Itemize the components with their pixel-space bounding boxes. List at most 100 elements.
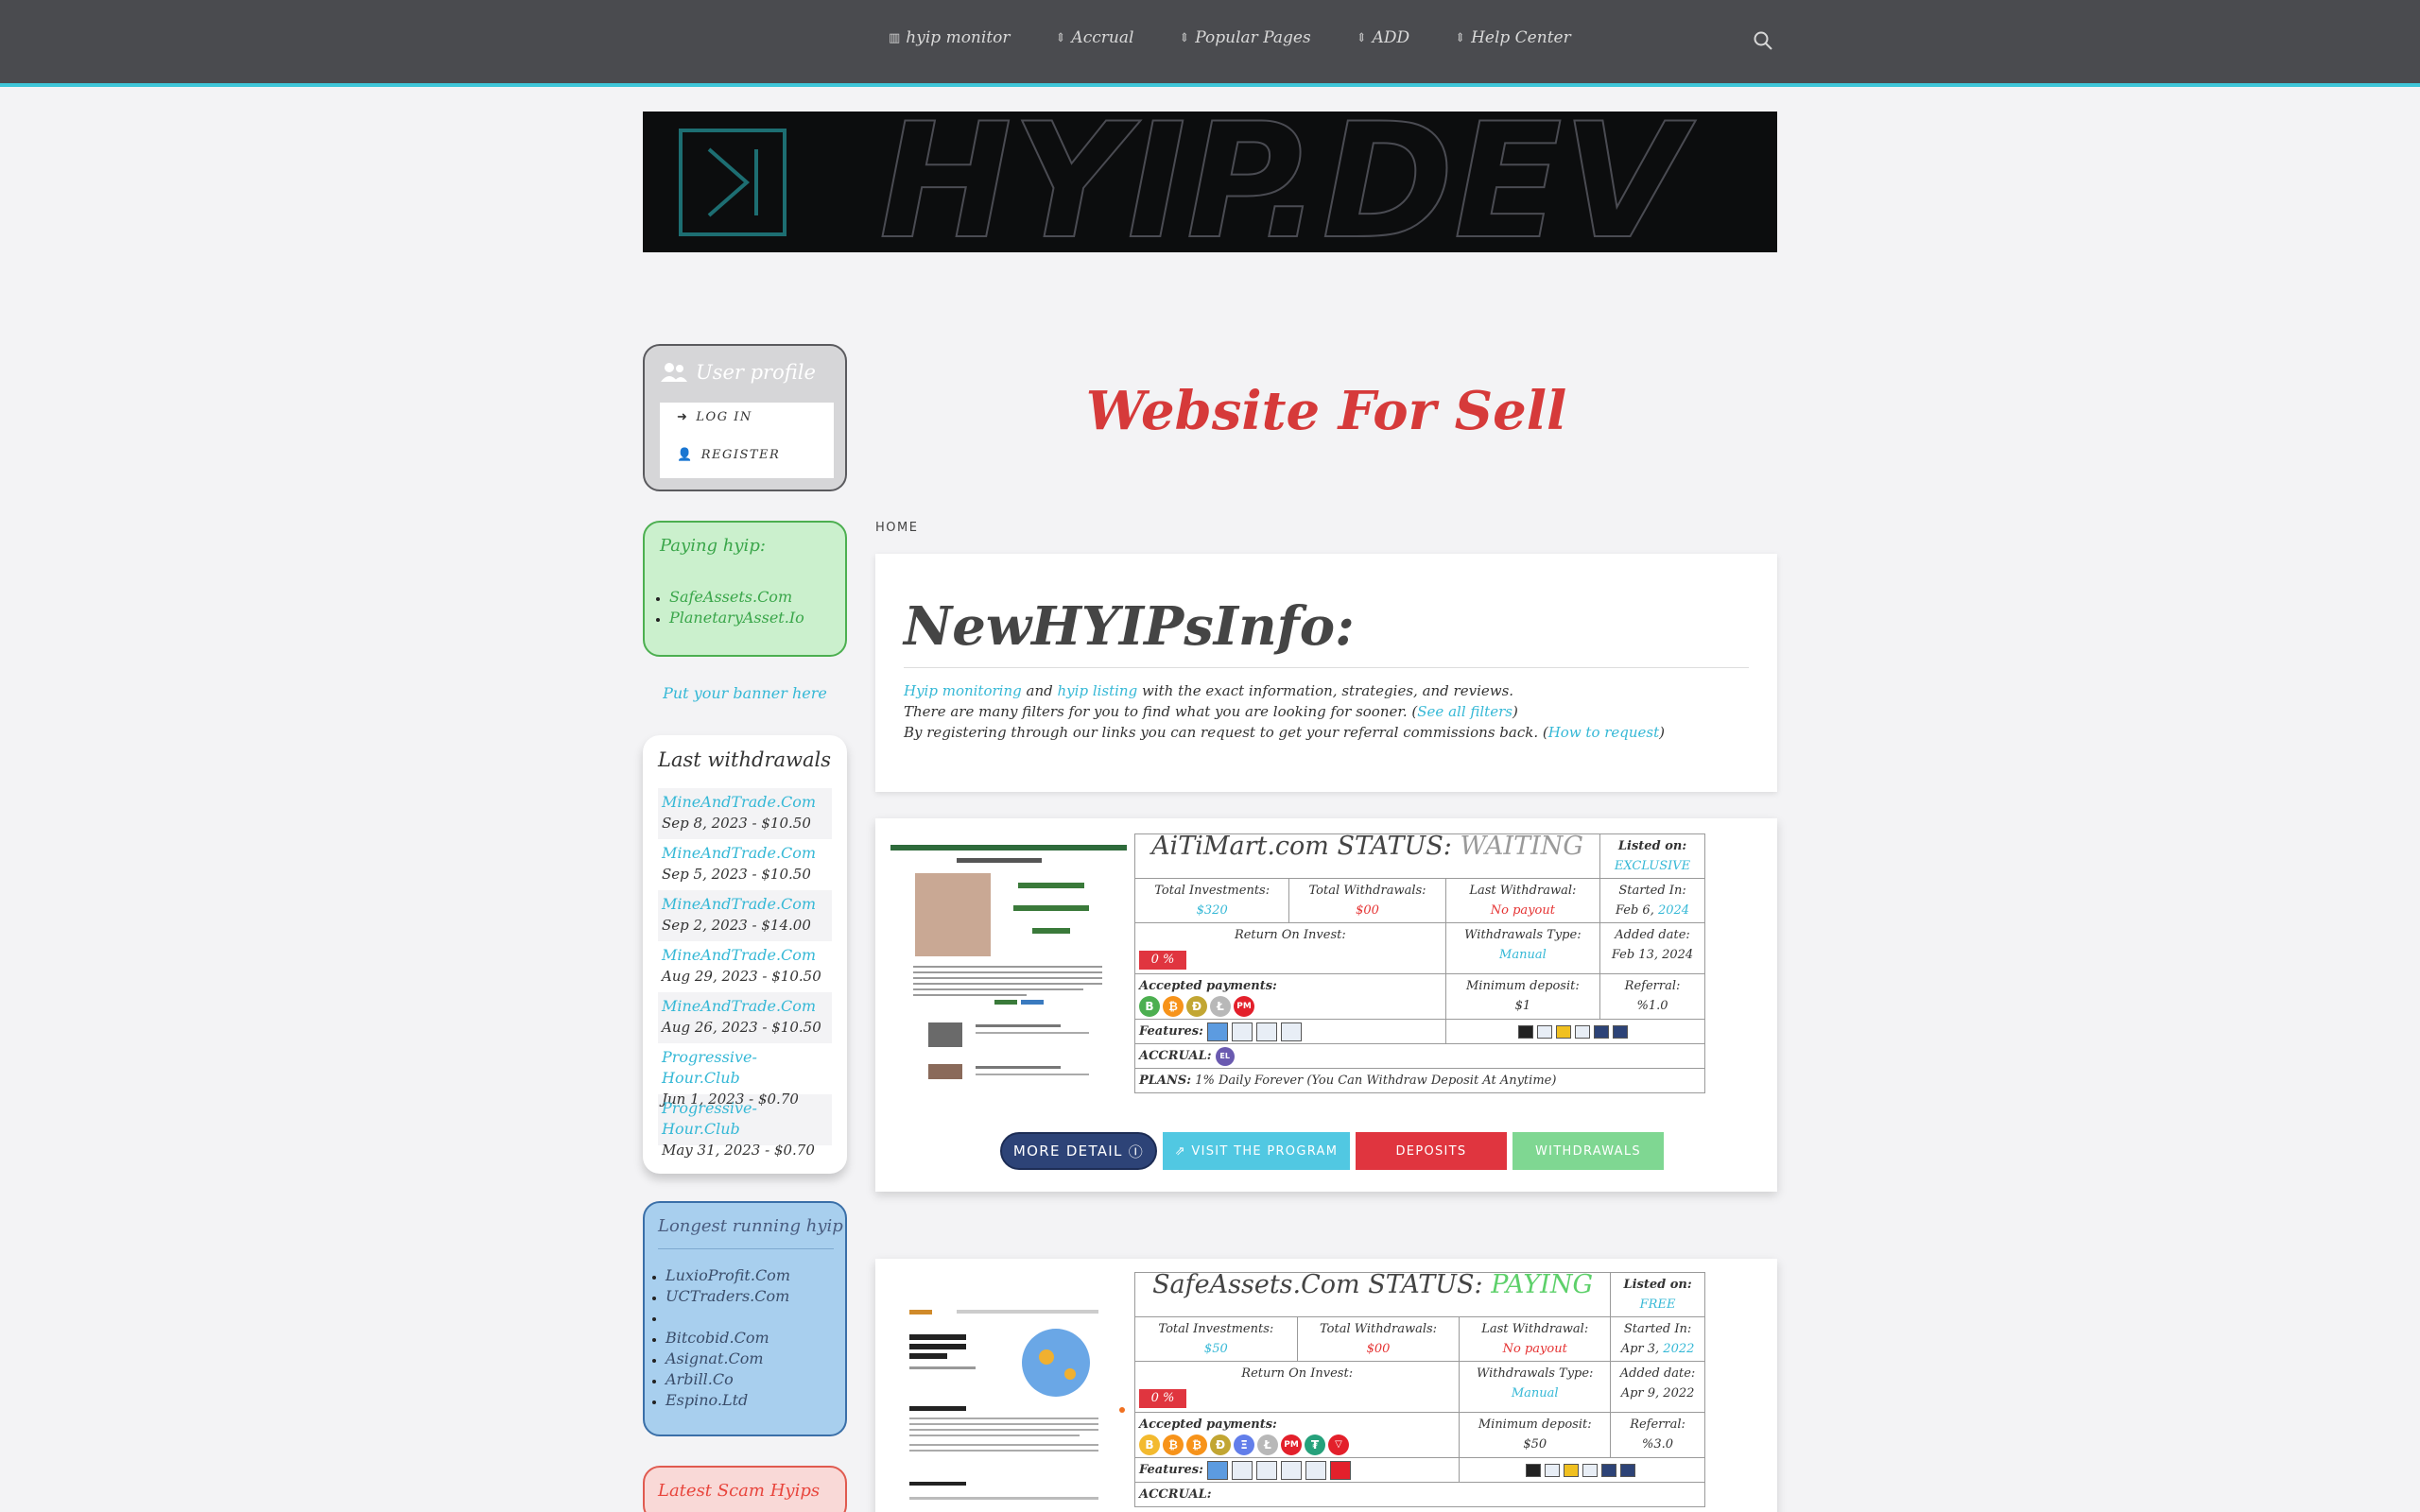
list-item[interactable]: PlanetaryAsset.Io	[669, 608, 804, 628]
ssl-shield-icon	[1207, 1460, 1229, 1480]
external-link-icon: ⇗	[1174, 1143, 1186, 1159]
nav-help-center[interactable]: ⇕ Help Center	[1455, 28, 1571, 47]
nav-menu: ▥ hyip monitor ⇕ Accrual ⇕ Popular Pages…	[889, 28, 1571, 47]
bnb-icon: B	[1139, 996, 1160, 1017]
divider	[658, 1248, 834, 1249]
list-item[interactable]: Espino.Ltd	[666, 1390, 790, 1411]
latest-scam-card: Latest Scam Hyips	[643, 1466, 847, 1512]
more-detail-button[interactable]: MORE DETAIL ⓘ	[1000, 1132, 1157, 1170]
nav-accrual[interactable]: ⇕ Accrual	[1056, 28, 1134, 47]
list-item[interactable]: Bitcobid.Com	[666, 1328, 790, 1349]
top-navbar: ▥ hyip monitor ⇕ Accrual ⇕ Popular Pages…	[0, 0, 2420, 87]
bee-icon	[1556, 1024, 1572, 1039]
how-to-request-link[interactable]: How to request	[1548, 724, 1659, 741]
site-screenshot[interactable]	[890, 845, 1127, 1091]
paying-hyip-title: Paying hyip:	[660, 536, 766, 556]
user-profile-card: User profile ➜ LOG IN 👤 REGISTER	[643, 344, 847, 491]
status-badge: WAITING	[1460, 832, 1583, 861]
screenshot-image	[890, 845, 1127, 1079]
roi-progress-bar: 0 %	[1139, 1389, 1186, 1408]
list-item[interactable]	[666, 1307, 790, 1328]
a-icon	[1600, 1463, 1616, 1477]
users-icon	[661, 363, 687, 382]
longest-running-list: LuxioProfit.Com UCTraders.Com Bitcobid.C…	[662, 1265, 790, 1411]
visit-program-button[interactable]: ⇗ VISIT THE PROGRAM	[1163, 1132, 1350, 1170]
list-item[interactable]: SafeAssets.Com	[669, 587, 804, 608]
user-plus-icon: 👤	[677, 448, 694, 462]
hyip-dev-logo: HYIP.DEV	[679, 112, 1698, 252]
banner-ad-link[interactable]: Put your banner here	[643, 684, 847, 702]
plans-text: 1% Daily Forever (You Can Withdraw Depos…	[1195, 1074, 1557, 1088]
list-item[interactable]: UCTraders.Com	[666, 1286, 790, 1307]
dogecoin-icon: Ð	[1210, 1435, 1231, 1455]
register-link[interactable]: 👤 REGISTER	[677, 448, 780, 462]
tether-icon: ₮	[1305, 1435, 1325, 1455]
hyip-info-table: SafeAssets.Com STATUS: PAYING Listed on:…	[1133, 1270, 1705, 1507]
server-icon	[1256, 1022, 1278, 1041]
login-link[interactable]: ➜ LOG IN	[677, 410, 752, 424]
bnb-icon: B	[1139, 1435, 1160, 1455]
hyip-name[interactable]: AiTiMart.com	[1151, 832, 1329, 861]
hyip-listing-card: SafeAssets.Com STATUS: PAYING Listed on:…	[875, 1259, 1777, 1512]
intro-panel: NewHYIPsInfo: Hyip monitoring and hyip l…	[875, 554, 1777, 792]
bitcoin-icon: ₿	[1163, 1435, 1184, 1455]
longest-running-title: Longest running hyip	[658, 1216, 843, 1236]
bar-chart-icon: ▥	[889, 30, 901, 45]
perfect-money-feature-icon	[1330, 1460, 1352, 1480]
bitcoin-icon: ₿	[1163, 996, 1184, 1017]
hyip-monitoring-link[interactable]: Hyip monitoring	[904, 682, 1022, 699]
info-circle-icon: ⓘ	[1128, 1143, 1145, 1160]
ssl-shield-icon	[1207, 1022, 1229, 1041]
ddos-icon	[1232, 1460, 1253, 1480]
perfect-money-icon: PM	[1234, 996, 1254, 1017]
website-for-sell-heading[interactable]: Website For Sell	[875, 380, 1777, 442]
search-icon[interactable]	[1753, 30, 1773, 51]
accrual-icon: EL	[1215, 1046, 1235, 1066]
server-small-icon	[1575, 1024, 1591, 1039]
nav-hyip-monitor[interactable]: ▥ hyip monitor	[889, 28, 1011, 47]
longest-running-card: Longest running hyip LuxioProfit.Com UCT…	[643, 1201, 847, 1436]
page-title: NewHYIPsInfo:	[904, 595, 1355, 658]
nav-popular-pages[interactable]: ⇕ Popular Pages	[1179, 28, 1310, 47]
bitcoin-cash-icon: ₿	[1186, 1435, 1207, 1455]
list-item[interactable]: Arbill.Co	[666, 1369, 790, 1390]
a-icon	[1594, 1024, 1610, 1039]
screenshot-image	[909, 1310, 1125, 1500]
script-icon	[1305, 1460, 1327, 1480]
deposits-button[interactable]: DEPOSITS	[1356, 1132, 1507, 1170]
h-icon	[1619, 1463, 1635, 1477]
listing-actions: MORE DETAIL ⓘ ⇗ VISIT THE PROGRAM DEPOSI…	[1000, 1132, 1664, 1170]
ddos-icon	[1232, 1022, 1253, 1041]
list-item[interactable]: LuxioProfit.Com	[666, 1265, 790, 1286]
dogecoin-icon: Ð	[1186, 996, 1207, 1017]
listed-on-value: FREE	[1639, 1297, 1676, 1312]
last-withdrawals-title: Last withdrawals	[658, 748, 832, 771]
list-item: MineAndTrade.Com Sep 8, 2023 - $10.50	[658, 788, 832, 839]
nav-add[interactable]: ⇕ ADD	[1357, 28, 1409, 47]
last-withdrawals-card: Last withdrawals MineAndTrade.Com Sep 8, …	[643, 735, 847, 1174]
perfect-money-icon: PM	[1281, 1435, 1302, 1455]
sort-icon: ⇕	[1179, 30, 1190, 45]
list-item[interactable]: Asignat.Com	[666, 1349, 790, 1369]
h-icon	[1613, 1024, 1629, 1039]
roi-progress-bar: 0 %	[1139, 951, 1186, 970]
breadcrumb[interactable]: HOME	[875, 521, 918, 535]
status-badge: PAYING	[1491, 1270, 1594, 1299]
litecoin-icon: Ł	[1210, 996, 1231, 1017]
hyip-name[interactable]: SafeAssets.Com	[1152, 1270, 1360, 1299]
litecoin-icon: Ł	[1257, 1435, 1278, 1455]
moon-icon	[1518, 1024, 1534, 1039]
svg-text:HYIP.DEV: HYIP.DEV	[879, 112, 1697, 252]
tron-icon: ▽	[1328, 1435, 1349, 1455]
ethereum-icon: Ξ	[1234, 1435, 1254, 1455]
hyip-listing-link[interactable]: hyip listing	[1058, 682, 1138, 699]
last-withdrawals-list: MineAndTrade.Com Sep 8, 2023 - $10.50 Min…	[658, 788, 832, 1159]
paying-hyip-list: SafeAssets.Com PlanetaryAsset.Io	[664, 587, 804, 628]
ssl-icon	[1544, 1463, 1560, 1477]
see-all-filters-link[interactable]: See all filters	[1417, 703, 1512, 720]
site-logo-banner[interactable]: HYIP.DEV	[643, 112, 1777, 252]
site-screenshot[interactable]	[890, 1300, 1127, 1512]
list-item: MineAndTrade.Com Aug 29, 2023 - $10.50	[662, 946, 821, 985]
divider	[904, 667, 1749, 668]
withdrawals-button[interactable]: WITHDRAWALS	[1512, 1132, 1664, 1170]
